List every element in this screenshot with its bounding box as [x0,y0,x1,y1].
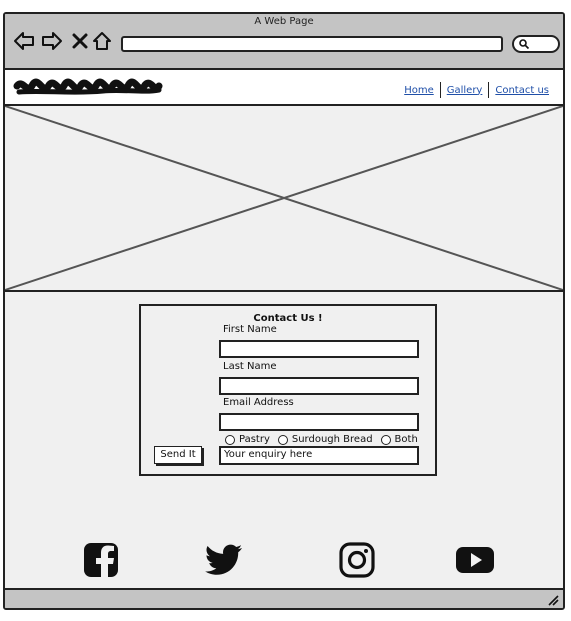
browser-window: A Web Page Home Gallery Contact us Conta… [3,12,565,610]
contact-form: Contact Us ! First Name Last Name Email … [139,304,437,476]
site-header: Home Gallery Contact us [5,70,563,106]
resize-grip-icon[interactable] [547,594,559,606]
email-address-field[interactable] [219,413,419,431]
radio-circle-icon [225,434,235,445]
radio-circle-icon [277,434,288,445]
browser-chrome: A Web Page [5,14,563,70]
radio-surdough-bread[interactable]: Surdough Bread [277,434,373,445]
nav-link-home[interactable]: Home [398,85,440,96]
enquiry-field[interactable]: Your enquiry here [219,446,419,465]
home-icon[interactable] [91,30,113,52]
forward-arrow-icon[interactable] [41,30,63,52]
window-title: A Web Page [254,16,314,27]
instagram-icon[interactable] [337,540,377,580]
email-address-label: Email Address [223,397,294,408]
hero-image-placeholder [5,106,563,292]
form-title: Contact Us ! [253,313,323,324]
product-options: Pastry Surdough Bread Both [225,434,426,445]
radio-pastry[interactable]: Pastry [225,434,270,445]
twitter-icon[interactable] [205,540,245,580]
first-name-field[interactable] [219,340,419,358]
site-nav: Home Gallery Contact us [398,82,555,98]
radio-label: Pastry [239,434,270,445]
logo-scribble [13,78,163,95]
radio-both[interactable]: Both [380,434,418,445]
url-bar[interactable] [121,36,503,52]
facebook-icon[interactable] [81,540,121,580]
radio-circle-icon [380,434,391,445]
youtube-icon[interactable] [455,540,495,580]
search-icon [519,39,530,50]
browser-status-bar [5,588,563,608]
close-icon[interactable] [69,30,91,52]
browser-search-box[interactable] [512,35,560,53]
first-name-label: First Name [223,324,277,335]
last-name-label: Last Name [223,361,277,372]
radio-label: Surdough Bread [291,434,373,445]
send-button[interactable]: Send It [154,446,202,464]
radio-label: Both [394,434,418,445]
nav-link-contact[interactable]: Contact us [489,85,555,96]
nav-link-gallery[interactable]: Gallery [441,85,489,96]
back-arrow-icon[interactable] [13,30,35,52]
image-placeholder-cross [5,106,563,290]
last-name-field[interactable] [219,377,419,395]
